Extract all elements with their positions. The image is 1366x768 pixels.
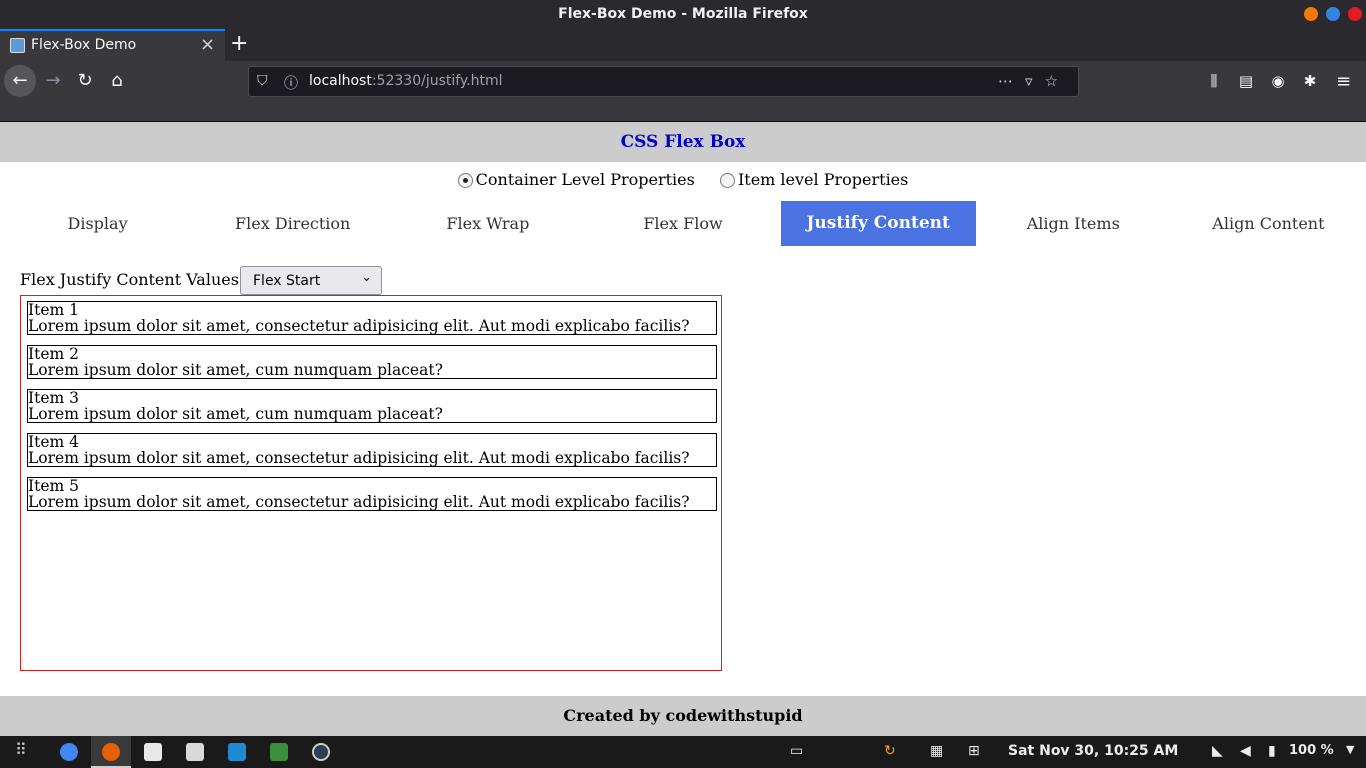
forward-arrow-icon[interactable]: → [37,65,69,97]
select-value: Flex Start [253,273,321,289]
tab-justify-content[interactable]: Justify Content [780,201,976,246]
desktop-taskbar: ⠿ ▭ ↻ ▦ ⊞ Sat Nov 30, 10:25 AM ◣ ◀ ▮ 100… [0,736,1366,768]
volume-icon[interactable]: ◀ [1240,743,1251,759]
justify-content-select[interactable]: Flex Start ⌄ [240,266,382,295]
favicon-icon [10,38,25,53]
tab-bar: Flex-Box Demo × + [0,29,1366,61]
hamburger-menu-icon[interactable]: ≡ [1336,71,1351,92]
pocket-icon[interactable]: ▿ [1025,72,1045,90]
toolbar-bottom [0,102,1366,122]
shield-icon[interactable]: ⛉ [257,73,268,89]
tab-flex-flow[interactable]: Flex Flow [585,201,780,246]
update-icon[interactable]: ↻ [884,743,896,759]
screen-icon[interactable]: ▭ [790,743,803,759]
page-header: CSS Flex Box [0,122,1366,162]
tab-align-items[interactable]: Align Items [976,201,1171,246]
browser-tab[interactable]: Flex-Box Demo × [0,29,225,61]
maximize-button[interactable] [1326,7,1340,21]
item-text: Lorem ipsum dolor sit amet, consectetur … [28,317,690,335]
info-icon[interactable]: ⓘ [284,73,298,93]
workspace-icon[interactable]: ⊞ [968,743,980,759]
radio-button-checked[interactable] [457,173,473,188]
account-icon[interactable]: ◉ [1262,72,1294,90]
navigation-toolbar: ← → ↻ ⌂ ⛉ ⓘ localhost:52330/justify.html… [0,61,1366,102]
flex-item: Item 1 Lorem ipsum dolor sit amet, conse… [27,301,717,335]
radio-container-level[interactable]: Container Level Properties [457,170,695,189]
tab-align-content[interactable]: Align Content [1171,201,1366,246]
library-icon[interactable]: ⫼ [1198,72,1230,90]
close-tab-icon[interactable]: × [200,34,215,55]
back-arrow-icon[interactable]: ← [4,65,36,97]
item-text: Lorem ipsum dolor sit amet, consectetur … [28,449,690,467]
battery-icon[interactable]: ▮ [1268,743,1276,759]
flex-item: Item 2 Lorem ipsum dolor sit amet, cum n… [27,345,717,379]
radio-label: Item level Properties [737,170,909,189]
bookmark-star-icon[interactable]: ☆ [1045,72,1070,90]
flex-item: Item 4 Lorem ipsum dolor sit amet, conse… [27,433,717,467]
sidebar-icon[interactable]: ▤ [1230,72,1262,90]
vscode-icon[interactable] [228,743,246,761]
app-grid-icon[interactable]: ⠿ [15,740,27,759]
url-path: :52330/justify.html [371,73,503,89]
files-icon[interactable] [144,743,162,761]
flex-container: Item 1 Lorem ipsum dolor sit amet, conse… [20,295,722,671]
url-actions: ⋯▿☆ [998,72,1070,90]
page-title: CSS Flex Box [620,132,746,152]
toolbar-right: ⫼ ▤ ◉ ✱ [1198,72,1326,90]
app-icon[interactable] [312,743,330,761]
radio-item-level[interactable]: Item level Properties [719,170,909,189]
tab-flex-wrap[interactable]: Flex Wrap [390,201,585,246]
flex-item: Item 3 Lorem ipsum dolor sit amet, cum n… [27,389,717,423]
chrome-icon[interactable] [60,743,78,761]
extension-icon[interactable]: ✱ [1294,72,1326,90]
more-actions-icon[interactable]: ⋯ [998,72,1025,90]
item-title: Item 3 [28,389,80,407]
window-title: Flex-Box Demo - Mozilla Firefox [558,6,808,22]
item-title: Item 4 [28,433,80,451]
chip-icon[interactable]: ▦ [930,743,943,759]
item-text: Lorem ipsum dolor sit amet, cum numquam … [28,361,443,379]
item-text: Lorem ipsum dolor sit amet, consectetur … [28,493,690,511]
item-title: Item 2 [28,345,80,363]
property-tabs: Display Flex Direction Flex Wrap Flex Fl… [0,201,1366,246]
flex-item: Item 5 Lorem ipsum dolor sit amet, conse… [27,477,717,511]
clock[interactable]: Sat Nov 30, 10:25 AM [1008,743,1178,759]
tab-title: Flex-Box Demo [31,37,137,53]
firefox-icon[interactable] [102,743,120,761]
window-titlebar: Flex-Box Demo - Mozilla Firefox [0,0,1366,29]
close-window-button[interactable] [1348,7,1362,21]
item-title: Item 1 [28,301,80,319]
url-text[interactable]: localhost:52330/justify.html [309,73,503,89]
page-footer: Created by codewithstupid [0,696,1366,736]
url-bar[interactable]: ⛉ ⓘ localhost:52330/justify.html ⋯▿☆ [248,66,1079,97]
battery-percent: 100 % [1289,743,1334,758]
chevron-down-icon: ⌄ [361,270,372,285]
property-level-radios: Container Level Properties Item level Pr… [0,170,1366,189]
chevron-down-icon[interactable]: ▼ [1346,743,1354,756]
minimize-button[interactable] [1304,7,1318,21]
wifi-icon[interactable]: ◣ [1212,743,1223,759]
new-tab-icon[interactable]: + [230,31,248,56]
radio-label: Container Level Properties [475,170,695,189]
store-icon[interactable] [186,743,204,761]
tab-flex-direction[interactable]: Flex Direction [195,201,390,246]
justify-label: Flex Justify Content Values [20,270,239,289]
tab-display[interactable]: Display [0,201,195,246]
spreadsheet-icon[interactable] [270,743,288,761]
reload-icon[interactable]: ↻ [69,65,101,97]
home-icon[interactable]: ⌂ [101,65,133,97]
url-host: localhost [309,73,372,89]
radio-button[interactable] [719,173,735,188]
item-title: Item 5 [28,477,80,495]
item-text: Lorem ipsum dolor sit amet, cum numquam … [28,405,443,423]
